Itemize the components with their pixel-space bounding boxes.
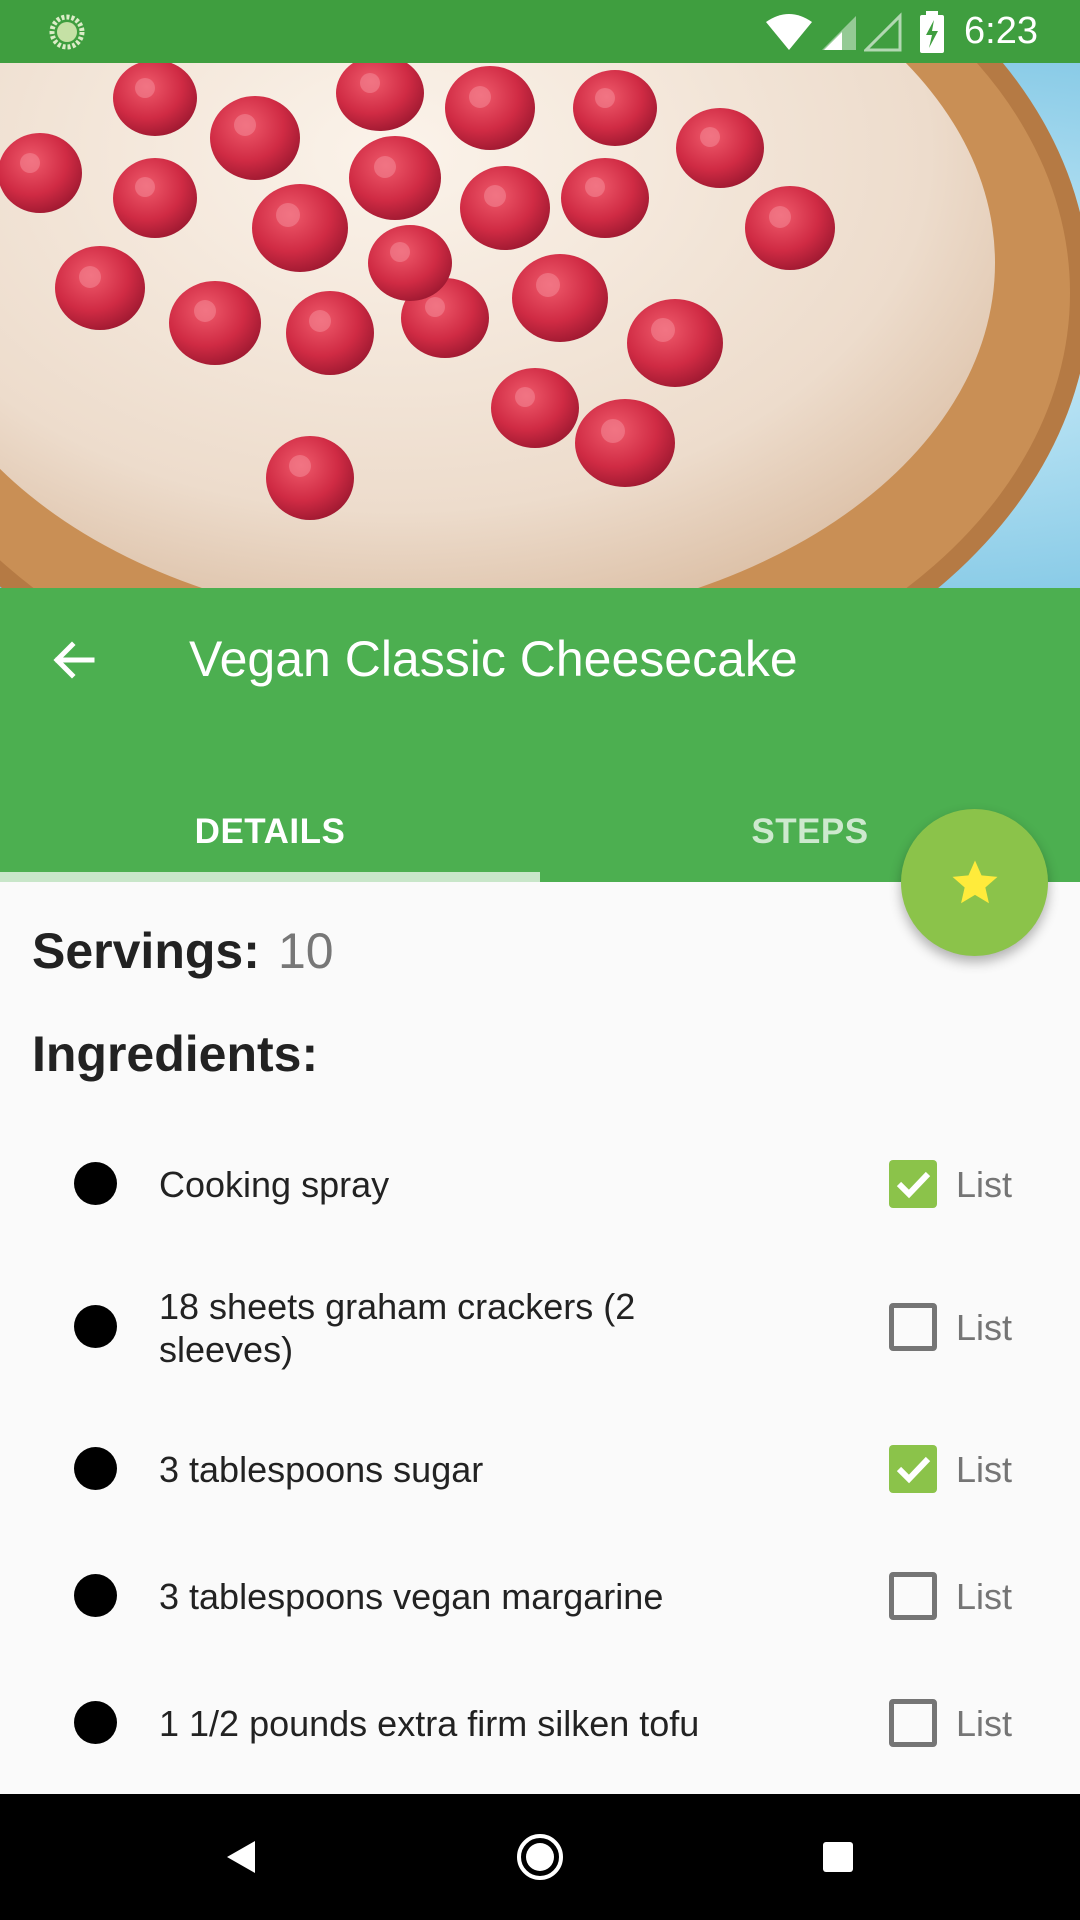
status-time: 6:23 bbox=[964, 10, 1038, 52]
list-checkbox[interactable] bbox=[889, 1572, 937, 1620]
servings-value: 10 bbox=[278, 923, 334, 979]
bullet-icon bbox=[74, 1162, 117, 1205]
notification-icon bbox=[49, 14, 85, 50]
back-button[interactable] bbox=[36, 622, 112, 698]
page-title: Vegan Classic Cheesecake bbox=[189, 631, 798, 687]
ingredient-row: 18 sheets graham crackers (2 sleeves) Li… bbox=[0, 1285, 1080, 1375]
signal-empty-icon bbox=[864, 11, 902, 51]
list-checkbox-label[interactable]: List bbox=[956, 1164, 1012, 1206]
back-triangle-icon bbox=[227, 1841, 255, 1873]
signal-icon bbox=[822, 15, 857, 50]
recipe-hero-image bbox=[0, 63, 1080, 588]
star-icon bbox=[952, 860, 997, 903]
ingredients-heading: Ingredients: bbox=[32, 1026, 319, 1082]
ingredient-row: Cooking spray List bbox=[0, 1160, 1080, 1208]
nav-recents-button[interactable] bbox=[803, 1822, 873, 1892]
list-checkbox[interactable] bbox=[889, 1160, 937, 1208]
list-checkbox-label[interactable]: List bbox=[956, 1703, 1012, 1745]
ingredient-text: 1 1/2 pounds extra firm silken tofu bbox=[159, 1703, 700, 1744]
tab-indicator bbox=[0, 872, 540, 882]
status-bar: 6:23 bbox=[0, 0, 1080, 63]
cheesecake-photo bbox=[0, 63, 1080, 588]
check-icon bbox=[896, 1171, 931, 1199]
ingredient-text: 3 tablespoons vegan margarine bbox=[159, 1576, 664, 1617]
recents-square-icon bbox=[823, 1842, 853, 1872]
bullet-icon bbox=[74, 1447, 117, 1490]
list-checkbox-label[interactable]: List bbox=[956, 1576, 1012, 1618]
list-checkbox[interactable] bbox=[889, 1303, 937, 1351]
ingredient-row: 1 1/2 pounds extra firm silken tofu List bbox=[0, 1699, 1080, 1747]
arrow-back-icon bbox=[53, 641, 95, 679]
list-checkbox-label[interactable]: List bbox=[956, 1307, 1012, 1349]
bullet-icon bbox=[74, 1305, 117, 1348]
bullet-icon bbox=[74, 1701, 117, 1744]
nav-back-button[interactable] bbox=[206, 1822, 276, 1892]
home-circle-icon bbox=[517, 1834, 563, 1880]
tab-details[interactable]: DETAILS bbox=[0, 782, 540, 882]
servings-label: Servings: bbox=[32, 923, 260, 979]
check-icon bbox=[896, 1456, 931, 1484]
system-nav-bar bbox=[0, 1794, 1080, 1920]
ingredient-row: 3 tablespoons sugar List bbox=[0, 1445, 1080, 1493]
ingredient-row: 3 tablespoons vegan margarine List bbox=[0, 1572, 1080, 1620]
ingredient-text: Cooking spray bbox=[159, 1164, 390, 1205]
wifi-icon bbox=[766, 13, 813, 50]
list-checkbox-label[interactable]: List bbox=[956, 1449, 1012, 1491]
battery-charging-icon bbox=[920, 10, 945, 53]
ingredient-text: 3 tablespoons sugar bbox=[159, 1449, 484, 1490]
bullet-icon bbox=[74, 1574, 117, 1617]
list-checkbox[interactable] bbox=[889, 1445, 937, 1493]
ingredient-text: 18 sheets graham crackers (2 sleeves) bbox=[159, 1286, 636, 1370]
favorite-fab-button[interactable] bbox=[901, 809, 1048, 956]
nav-home-button[interactable] bbox=[505, 1822, 575, 1892]
list-checkbox[interactable] bbox=[889, 1699, 937, 1747]
